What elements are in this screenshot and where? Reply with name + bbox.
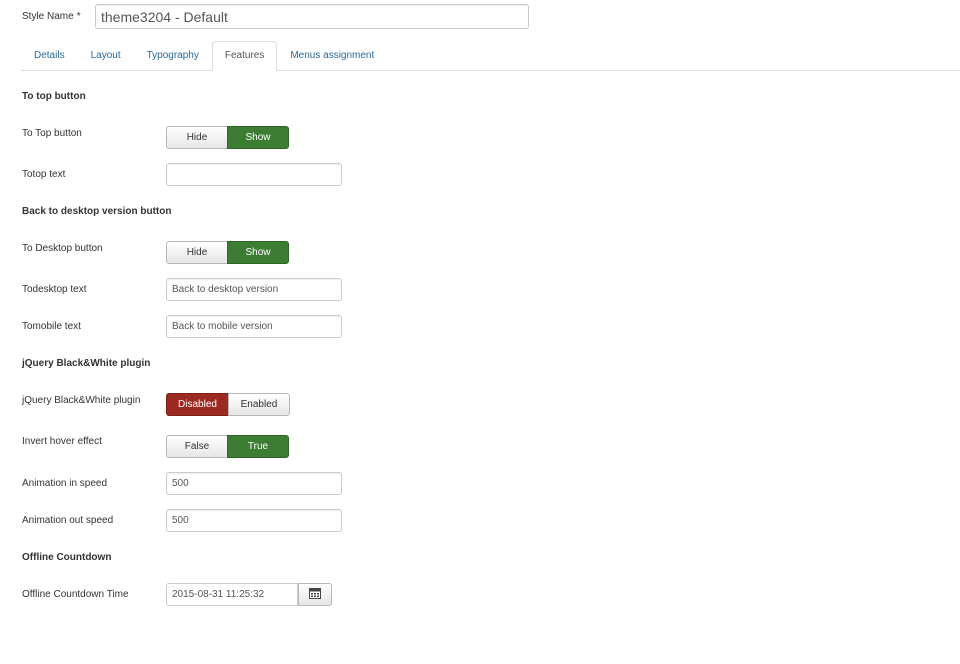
offline-countdown-time-input[interactable] <box>166 583 298 606</box>
invert-false-button[interactable]: False <box>166 435 227 458</box>
bw-plugin-enabled-button[interactable]: Enabled <box>228 393 290 416</box>
calendar-icon <box>309 587 321 602</box>
to-desktop-hide-button[interactable]: Hide <box>166 241 227 264</box>
animation-out-speed-input[interactable] <box>166 509 342 532</box>
totop-text-input[interactable] <box>166 163 342 186</box>
tab-features[interactable]: Features <box>211 41 278 71</box>
animation-in-speed-label: Animation in speed <box>22 478 108 489</box>
tomobile-text-label: Tomobile text <box>22 321 81 332</box>
bw-plugin-label: jQuery Black&White plugin <box>22 395 141 406</box>
section-title-offline-countdown: Offline Countdown <box>22 552 112 563</box>
section-title-bw-plugin: jQuery Black&White plugin <box>22 358 151 369</box>
calendar-button[interactable] <box>298 583 332 606</box>
template-style-editor: Style Name* Details Layout Typography Fe… <box>0 0 960 664</box>
offline-countdown-time-label: Offline Countdown Time <box>22 589 129 600</box>
section-title-to-desktop: Back to desktop version button <box>22 206 172 217</box>
todesktop-text-label: Todesktop text <box>22 284 87 295</box>
tab-menus-assignment[interactable]: Menus assignment <box>277 41 387 70</box>
tab-layout[interactable]: Layout <box>78 41 134 70</box>
to-top-button-toggle: Hide Show <box>166 126 289 149</box>
invert-hover-toggle: False True <box>166 435 289 458</box>
to-desktop-show-button[interactable]: Show <box>227 241 289 264</box>
style-name-input[interactable] <box>95 4 529 29</box>
to-top-hide-button[interactable]: Hide <box>166 126 227 149</box>
to-desktop-button-label: To Desktop button <box>22 243 103 254</box>
animation-in-speed-input[interactable] <box>166 472 342 495</box>
tab-bar: Details Layout Typography Features Menus… <box>21 41 387 71</box>
bw-plugin-disabled-button[interactable]: Disabled <box>166 393 228 416</box>
tomobile-text-input[interactable] <box>166 315 342 338</box>
style-name-label: Style Name * <box>22 11 81 22</box>
required-mark: * <box>76 11 81 22</box>
bw-plugin-toggle: Disabled Enabled <box>166 393 290 416</box>
tabs-divider <box>21 70 960 71</box>
tab-details[interactable]: Details <box>21 41 78 70</box>
to-top-show-button[interactable]: Show <box>227 126 289 149</box>
to-desktop-button-toggle: Hide Show <box>166 241 289 264</box>
section-title-to-top: To top button <box>22 91 86 102</box>
invert-true-button[interactable]: True <box>227 435 289 458</box>
animation-out-speed-label: Animation out speed <box>22 515 114 526</box>
tab-typography[interactable]: Typography <box>134 41 212 70</box>
to-top-button-label: To Top button <box>22 128 82 139</box>
totop-text-label: Totop text <box>22 169 66 180</box>
invert-hover-label: Invert hover effect <box>22 436 102 447</box>
todesktop-text-input[interactable] <box>166 278 342 301</box>
